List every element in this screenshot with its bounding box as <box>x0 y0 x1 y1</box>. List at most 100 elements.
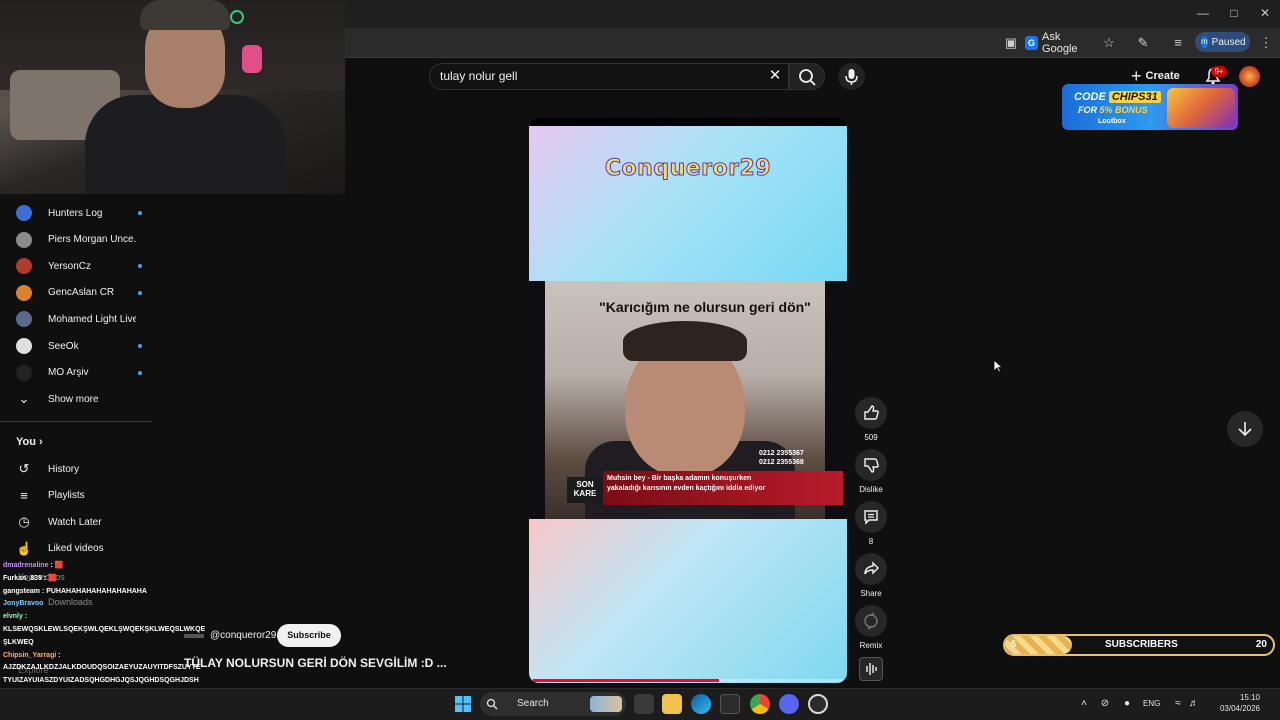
wifi-icon[interactable]: ≈ <box>1172 698 1184 710</box>
sidebar-item-subscription[interactable]: SeeOk <box>0 333 150 359</box>
sidebar-item-label: Watch Later <box>48 516 102 528</box>
like-count: 509 <box>864 433 878 442</box>
volume-icon[interactable]: ♬ <box>1188 698 1200 710</box>
chat-text: : 🟥 <box>43 574 57 582</box>
chat-text: ŞLKWEQ <box>3 638 34 646</box>
chat-message: elvnly : <box>3 611 27 622</box>
channel-avatar <box>16 311 32 328</box>
bookmark-star-icon[interactable]: ☆ <box>1100 34 1118 52</box>
minimize-button[interactable]: — <box>1188 6 1218 20</box>
chat-username: gangsteam <box>3 587 40 595</box>
taskbar-clock[interactable]: 15:10 03/04/2026 <box>1200 692 1260 714</box>
browser-menu-icon[interactable]: ⋮ <box>1257 34 1275 52</box>
channel-avatar <box>16 205 32 221</box>
sound-button[interactable] <box>859 657 883 681</box>
clear-search-icon[interactable]: ✕ <box>766 67 784 85</box>
chat-message: gangsteam : PUHAHAHAHAHAHAHAHAHA <box>3 586 147 597</box>
chat-text: : 🟥 <box>50 562 64 569</box>
remix-button[interactable] <box>855 605 887 637</box>
sidebar-item-subscription[interactable]: MO Arşiv <box>0 360 150 386</box>
chevron-down-icon: ⌄ <box>18 391 30 406</box>
subscribe-button[interactable]: Subscribe <box>277 624 341 647</box>
sidebar-item-label: Hunters Log <box>48 207 103 219</box>
reading-list-icon[interactable]: ≡ <box>1169 34 1187 52</box>
notification-badge: 9+ <box>1211 66 1227 77</box>
share-button[interactable] <box>855 553 887 585</box>
voice-search-button[interactable] <box>838 63 865 90</box>
remix-label: Remix <box>859 641 883 650</box>
video-scene: "Karıcığım ne olursun geri dön" 0212 235… <box>545 281 843 521</box>
sidebar-item-label: YersonCz <box>48 260 91 272</box>
chat-text: KLSEWQSKLEWLSQEKŞWLQEKLŞWQEKŞKLWEQSLWKQE <box>3 626 206 633</box>
tray-chevron-icon[interactable]: ˄ <box>1078 698 1090 710</box>
chrome-icon[interactable] <box>750 694 770 714</box>
account-avatar[interactable] <box>1239 66 1260 87</box>
sidebar-item-subscription[interactable]: Hunters Log <box>0 200 150 226</box>
chat-username: elvnly <box>3 613 23 621</box>
extensions-icon[interactable]: ✎ <box>1134 34 1152 52</box>
task-view-icon[interactable] <box>634 694 654 714</box>
clock-time: 15:10 <box>1239 693 1260 702</box>
channel-handle[interactable]: @conqueror29 <box>210 630 276 641</box>
sidebar-item-subscription[interactable]: Piers Morgan Unce... <box>0 227 150 253</box>
app-icon[interactable] <box>808 694 828 714</box>
search-icon <box>799 69 816 86</box>
channel-avatar <box>16 258 32 275</box>
close-window-button[interactable]: ✕ <box>1250 6 1280 20</box>
show-more-button[interactable]: ⌄ Show more <box>0 386 150 412</box>
taskbar-search-label: Search <box>517 698 549 709</box>
edge-icon[interactable] <box>691 694 711 714</box>
chat-text: : PUHAHAHAHAHAHAHAHAHA <box>41 587 147 595</box>
like-button[interactable] <box>855 397 887 429</box>
lootbox-image <box>1167 88 1235 128</box>
sidebar-item-subscription[interactable]: GencAslan CR <box>0 280 150 306</box>
sidebar-item-playlists[interactable]: ≡ Playlists <box>0 483 150 509</box>
next-video-button[interactable] <box>1227 411 1263 447</box>
windows-start-button[interactable] <box>455 696 471 712</box>
profile-button[interactable]: m Paused <box>1195 32 1250 52</box>
sidebar-divider <box>0 421 152 422</box>
dislike-button[interactable] <box>855 449 887 481</box>
maximize-button[interactable]: □ <box>1219 6 1249 20</box>
subscriber-current: 5 <box>1011 639 1017 649</box>
cast-icon[interactable]: ▣ <box>1002 34 1020 52</box>
windows-logo-icon <box>455 696 471 712</box>
video-quote: "Karıcığım ne olursun geri dön" <box>599 299 811 315</box>
you-section-heading[interactable]: You › <box>16 436 43 448</box>
sidebar-item-subscription[interactable]: Mohamed Light Live <box>0 306 150 332</box>
shorts-player[interactable]: Conqueror29 "Karıcığım ne olursun geri d… <box>529 118 847 683</box>
subscriber-goal-label: SUBSCRIBERS <box>1105 639 1178 650</box>
sidebar-item-label: GencAslan CR <box>48 287 115 299</box>
share-icon <box>864 561 879 575</box>
video-progress-bar[interactable] <box>533 679 843 682</box>
network-off-icon[interactable]: ⊘ <box>1099 698 1111 710</box>
dislike-label: Dislike <box>859 485 883 494</box>
profile-avatar: m <box>1201 36 1208 48</box>
mic-tray-icon[interactable]: ● <box>1121 698 1133 710</box>
chat-message: Furkan_839 : 🟥 <box>3 573 57 584</box>
discord-icon[interactable] <box>779 694 799 714</box>
stream-chat-overlay: Your videos Downloads Explore dmadrenali… <box>0 558 205 710</box>
chat-username: JonyBravoo <box>3 600 44 608</box>
sidebar-item-label: MO Arşiv <box>48 367 89 379</box>
sidebar-item-history[interactable]: ↺ History <box>0 456 150 482</box>
search-highlight-image <box>590 696 622 712</box>
chat-text: TYUIZAYUIASZDYUIZADSQHGDHGJQSJQGHDSQGHJD… <box>3 677 199 685</box>
search-input[interactable]: tulay nolur gell <box>429 63 789 90</box>
channel-avatar[interactable] <box>184 629 204 643</box>
chat-username: Chipsin_Yarragi <box>3 651 57 659</box>
ad-code-text: CODE CHIPS31 <box>1074 91 1161 103</box>
sidebar-item-label: Mohamed Light Live <box>48 313 136 325</box>
file-explorer-icon[interactable] <box>662 694 682 714</box>
video-frame: "Karıcığım ne olursun geri dön" 0212 235… <box>529 281 847 521</box>
search-button[interactable] <box>789 63 825 90</box>
store-icon[interactable] <box>720 694 740 714</box>
sidebar-item-subscription[interactable]: YersonCz <box>0 253 150 279</box>
comments-button[interactable] <box>855 501 887 533</box>
sidebar-item-watch-later[interactable]: ◷ Watch Later <box>0 509 150 535</box>
language-indicator[interactable]: ENG <box>1143 699 1160 708</box>
sponsor-banner: CODE CHIPS31 FOR 5% BONUS Lootbox <box>1062 84 1238 130</box>
ask-google-button[interactable]: G Ask Google <box>1025 31 1095 55</box>
sidebar-item-label: Playlists <box>48 490 85 502</box>
create-button[interactable]: + Create <box>1131 66 1187 86</box>
